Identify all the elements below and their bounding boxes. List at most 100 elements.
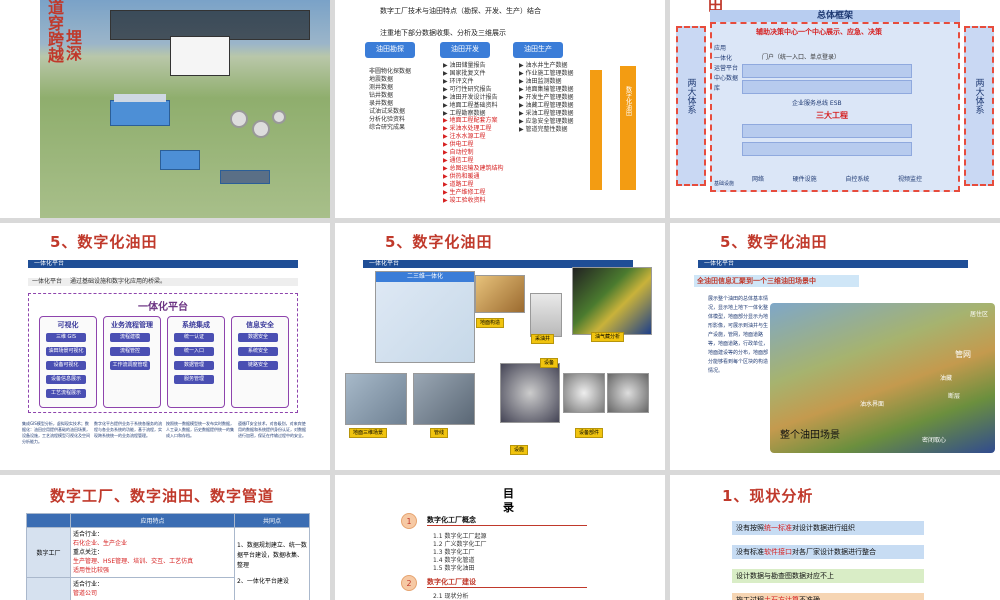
- framework-row: [742, 124, 912, 138]
- slide-header: 数字工厂技术与油田特点（勘探、开发、生产）结合: [380, 7, 541, 15]
- list-item: ▶ 环评文件: [443, 78, 474, 85]
- group-item: 服务管理: [174, 375, 214, 384]
- list-item: ▶ 竣工验收资料: [443, 197, 486, 204]
- pipe-rack: [220, 170, 270, 184]
- toc-item: 2.1 现状分析: [433, 593, 469, 600]
- side-label: 运营平台: [714, 65, 739, 72]
- note: 集成GIS模型分析，虚拟现实技术；数据化：油田应用提供基础的油田场景，设备设施，…: [22, 421, 90, 444]
- img-equipment: [500, 363, 560, 423]
- inner-title: 二三维一体化: [376, 272, 474, 282]
- list-item: ▶ 供电工程: [443, 141, 474, 148]
- platform-title: 一体化平台: [138, 302, 188, 313]
- plant-building-2: [160, 150, 200, 170]
- img-part-2: [607, 373, 649, 413]
- note: 按照统一数据模型统一发布实时数据，人工录入数据，历史数据提供统一的集成入口和存档…: [166, 421, 234, 438]
- framework-frame: 辅助决策中心一个中心展示、应急、决策 门户（统一入口、单点登录） 三大工程 企业…: [710, 22, 960, 192]
- img-pipes: [413, 373, 475, 425]
- box-development: 油田开发: [440, 42, 490, 58]
- map-2d-3d: 二三维一体化: [375, 271, 475, 363]
- status-bar: 设计数据与勘查图数据对应不上: [732, 569, 924, 583]
- group-item: 工作流调度管理: [110, 361, 150, 370]
- plant-3d-scene: [40, 0, 330, 218]
- slide-subheader: 注重地下部分数据收集、分析及三维展示: [380, 29, 506, 37]
- applicability: 适用性比较强: [73, 567, 110, 574]
- left-system-label: 两大体系: [685, 78, 696, 114]
- infra-item: 硬件设施: [792, 176, 817, 183]
- framework-row: [742, 142, 912, 156]
- bar-text: 对各厂家设计数据进行整合: [792, 548, 876, 556]
- slide-title: 5、数字化油田: [385, 233, 493, 251]
- list-item: 地震数据: [369, 76, 394, 83]
- list-item: ▶ 地面集输管理数据: [519, 86, 574, 93]
- group-item: 工艺流程展示: [46, 389, 86, 398]
- list-item: ▶ 生产维修工程: [443, 189, 486, 196]
- box-exploration: 油田勘探: [365, 42, 415, 58]
- list-item: ▶ 通信工程: [443, 157, 474, 164]
- list-item: ▶ 油田监测数据: [519, 78, 562, 85]
- bar-highlight: 软件接口: [764, 548, 792, 556]
- group-item: 油田场景可视化: [46, 347, 86, 356]
- list-item: ▶ 采油水处理工程: [443, 125, 492, 132]
- bar-text: 不准确: [799, 596, 820, 600]
- box-production: 油田生产: [513, 42, 563, 58]
- group-heading: 业务流程管理: [111, 321, 153, 329]
- list-item: 分析化验资料: [369, 116, 406, 123]
- list-item: 录井数据: [369, 100, 394, 107]
- left-system: 两大体系: [676, 26, 706, 186]
- group-item: 设备可视化: [46, 361, 86, 370]
- common-1: 1、数据规划建立、统一数据平台建设，数据收集、整理: [237, 542, 307, 569]
- map-label: 断层: [948, 393, 961, 400]
- slide-8-thumbnail[interactable]: 目录 1 数字化工厂概念 1.1 数字化工厂起源 1.2 广义数字化工厂 1.3 数…: [335, 475, 665, 600]
- list-item: ▶ 作业施工管理数据: [519, 70, 574, 77]
- slide-9-thumbnail[interactable]: 1、现状分析 没有按照统一标准对设计数据进行组织 没有标准软件接口对各厂家设计数据…: [670, 475, 1000, 600]
- group-item: 链路安全: [238, 361, 278, 370]
- group-box: 可视化 三维 GIS 油田场景可视化 设备可视化 设备信息展示 工艺流程展示: [39, 316, 97, 408]
- status-bar: 施工过程土石方计算不准确: [732, 593, 924, 600]
- list-item: ▶ 供热和暖通: [443, 173, 480, 180]
- section-number: 1: [401, 513, 417, 529]
- slide-4-thumbnail[interactable]: 5、数字化油田 一体化平台 一体化平台 通过基础设施和数字化应用的桥梁。 一体化…: [0, 223, 330, 470]
- row-category: 数字工厂: [26, 527, 71, 578]
- slide-3-thumbnail[interactable]: 田 总体框架 辅助决策中心一个中心展示、应急、决策 门户（统一入口、单点登录） …: [670, 0, 1000, 218]
- flow-arrow-bar: [590, 70, 602, 190]
- comparison-table: 应用特点 共同点 数字工厂 适合行业： 石化企业、生产企业 重点关注： 生产管理…: [26, 513, 310, 600]
- list-item: ▶ 采油工程管理数据: [519, 110, 574, 117]
- vertical-label: 数字化油田: [624, 86, 632, 116]
- scope: 管道公司: [73, 590, 98, 597]
- slide-title: 5、数字化油田: [720, 233, 828, 251]
- infra-item: 网络: [752, 176, 765, 183]
- list-item: 综合研究成果: [369, 124, 406, 131]
- label-facility: 设施: [510, 445, 529, 455]
- bar-text: 没有按照: [736, 524, 764, 532]
- map-label: 管网: [955, 350, 971, 359]
- list-item: 试油试采数据: [369, 108, 406, 115]
- row-features: 适合行业： 石化企业、生产企业 重点关注： 生产管理、HSE管理、培训、交互、工…: [70, 527, 235, 578]
- right-system-label: 两大体系: [973, 78, 984, 114]
- toc-item: 1.5 数字化油田: [433, 565, 475, 572]
- bar-highlight: 统一标准: [764, 524, 792, 532]
- slide-7-thumbnail[interactable]: 数字工厂、数字油田、数字管道 应用特点 共同点 数字工厂 适合行业： 石化企业、…: [0, 475, 330, 600]
- slide-5-thumbnail[interactable]: 5、数字化油田 一体化平台 二三维一体化 地面构造 采油井 油气藏分析 地面三维…: [335, 223, 665, 470]
- slide-2-thumbnail[interactable]: 数字工厂技术与油田特点（勘探、开发、生产）结合 注重地下部分数据收集、分析及三维…: [335, 0, 665, 218]
- group-item: 系统安全: [238, 347, 278, 356]
- portal: 门户（统一入口、单点登录）: [762, 54, 841, 61]
- list-item: ▶ 油田开发设计报告: [443, 94, 498, 101]
- header-cell: 共同点: [234, 513, 310, 528]
- slide-1-thumbnail[interactable]: 道 穿 跨 越 埋 深: [0, 0, 330, 218]
- framework-row: [742, 80, 912, 94]
- bar-text: 对设计数据进行组织: [792, 524, 855, 532]
- group-item: 数据安全: [238, 333, 278, 342]
- col-production: ▶ 油水井生产数据 ▶ 作业施工管理数据 ▶ 油田监测数据 ▶ 地面集输管理数据 ▶ 开…: [519, 62, 574, 134]
- label-reservoir: 油气藏分析: [591, 332, 625, 342]
- group-item: 数据管理: [174, 361, 214, 370]
- list-item: ▶ 道路工程: [443, 181, 474, 188]
- group-item: 流程管控: [110, 347, 150, 356]
- scope-label: 适合行业：: [73, 531, 104, 538]
- list-item: ▶ 地面工程基础资料: [443, 102, 498, 109]
- decision-center: 辅助决策中心一个中心展示、应急、决策: [756, 28, 882, 36]
- infra-label: 基础设施: [714, 181, 735, 187]
- label-structure: 地面构造: [476, 318, 505, 328]
- tank: [272, 110, 286, 124]
- list-item: ▶ 国家批复文件: [443, 70, 486, 77]
- slide-6-thumbnail[interactable]: 5、数字化油田 一体化平台 全油田信息汇聚到一个三维油田场景中 展示整个油田的总…: [670, 223, 1000, 470]
